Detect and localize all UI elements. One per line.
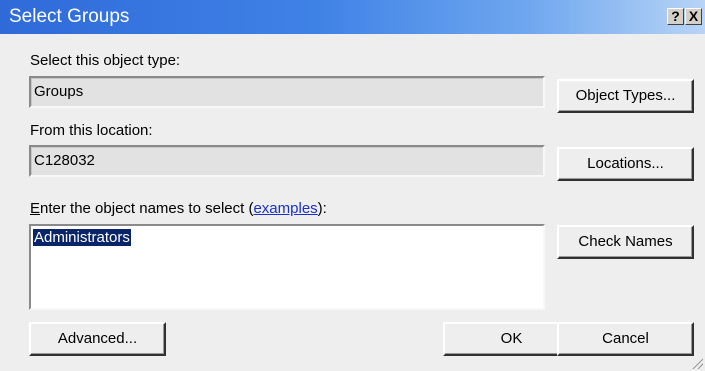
examples-link[interactable]: examples (253, 200, 317, 217)
object-type-field: Groups (29, 76, 545, 108)
dialog-body: Select this object type: Groups Object T… (0, 34, 705, 371)
names-label: Enter the object names to select (exampl… (30, 200, 327, 217)
cancel-button[interactable]: Cancel (557, 322, 694, 356)
close-button[interactable]: X (685, 8, 702, 25)
help-button[interactable]: ? (667, 8, 684, 25)
resize-grip-icon[interactable] (691, 357, 703, 369)
advanced-button[interactable]: Advanced... (29, 322, 166, 356)
window-title: Select Groups (9, 6, 130, 27)
object-names-value: Administrators (33, 229, 131, 246)
object-names-input[interactable]: Administrators (29, 224, 545, 310)
title-bar[interactable]: Select Groups ? X (0, 0, 705, 34)
object-types-button[interactable]: Object Types... (557, 79, 694, 113)
check-names-button[interactable]: Check Names (557, 225, 694, 259)
locations-button[interactable]: Locations... (557, 147, 694, 181)
location-field: C128032 (29, 145, 545, 177)
location-label: From this location: (30, 122, 153, 139)
object-type-label: Select this object type: (30, 52, 181, 69)
